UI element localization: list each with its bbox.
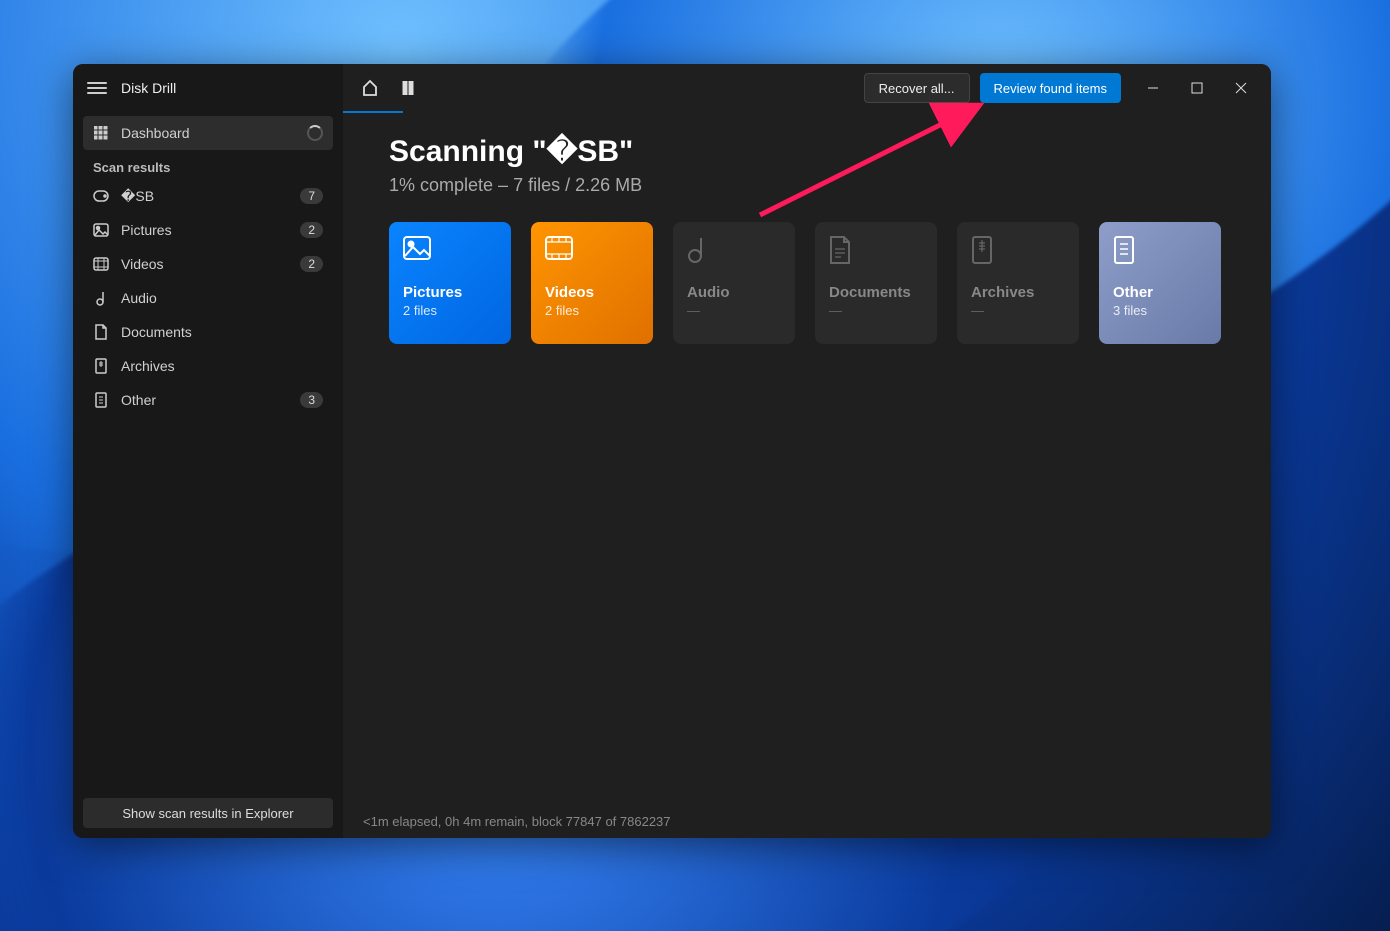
- card-count: —: [971, 303, 1065, 318]
- card-pictures[interactable]: Pictures 2 files: [389, 222, 511, 344]
- sidebar-item-videos[interactable]: Videos 2: [83, 247, 333, 281]
- audio-icon: [93, 290, 109, 306]
- sidebar: Disk Drill Dashboard Scan results �SB 7 …: [73, 64, 343, 838]
- loading-spinner-icon: [307, 125, 323, 141]
- card-other[interactable]: Other 3 files: [1099, 222, 1221, 344]
- scan-title: Scanning "�SB": [389, 134, 1225, 169]
- pause-button[interactable]: [389, 69, 427, 107]
- grid-icon: [93, 125, 109, 141]
- card-count: 3 files: [1113, 303, 1207, 318]
- card-audio: Audio —: [673, 222, 795, 344]
- sidebar-item-label: Other: [121, 392, 156, 408]
- drive-icon: [93, 188, 109, 204]
- sidebar-item-label: Archives: [121, 358, 175, 374]
- sidebar-section-label: Scan results: [83, 150, 333, 179]
- picture-icon: [93, 222, 109, 238]
- archive-icon: [971, 236, 999, 264]
- sidebar-item-label: Pictures: [121, 222, 172, 238]
- card-count: 2 files: [545, 303, 639, 318]
- sidebar-item-documents[interactable]: Documents: [83, 315, 333, 349]
- card-count: —: [829, 303, 923, 318]
- sidebar-item-label: Audio: [121, 290, 157, 306]
- sidebar-item-label: �SB: [121, 188, 154, 205]
- status-text: <1m elapsed, 0h 4m remain, block 77847 o…: [363, 814, 671, 829]
- card-count: 2 files: [403, 303, 497, 318]
- count-badge: 2: [300, 256, 323, 272]
- card-label: Documents: [829, 284, 923, 301]
- archive-icon: [93, 358, 109, 374]
- review-found-items-button[interactable]: Review found items: [980, 73, 1121, 103]
- count-badge: 3: [300, 392, 323, 408]
- card-label: Audio: [687, 284, 781, 301]
- sidebar-item-drive[interactable]: �SB 7: [83, 179, 333, 213]
- card-count: —: [687, 303, 781, 318]
- count-badge: 7: [300, 188, 323, 204]
- picture-icon: [403, 236, 431, 264]
- card-label: Videos: [545, 284, 639, 301]
- menu-icon[interactable]: [87, 82, 107, 94]
- card-videos[interactable]: Videos 2 files: [531, 222, 653, 344]
- scan-subtitle: 1% complete – 7 files / 2.26 MB: [389, 175, 1225, 196]
- show-in-explorer-button[interactable]: Show scan results in Explorer: [83, 798, 333, 828]
- sidebar-item-pictures[interactable]: Pictures 2: [83, 213, 333, 247]
- other-icon: [1113, 236, 1141, 264]
- sidebar-item-label: Documents: [121, 324, 192, 340]
- minimize-button[interactable]: [1131, 69, 1175, 107]
- sidebar-dashboard[interactable]: Dashboard: [83, 116, 333, 150]
- card-label: Pictures: [403, 284, 497, 301]
- recover-all-button[interactable]: Recover all...: [864, 73, 970, 103]
- document-icon: [829, 236, 857, 264]
- sidebar-item-label: Videos: [121, 256, 164, 272]
- video-icon: [93, 256, 109, 272]
- audio-icon: [687, 236, 715, 264]
- sidebar-item-archives[interactable]: Archives: [83, 349, 333, 383]
- sidebar-item-audio[interactable]: Audio: [83, 281, 333, 315]
- category-cards: Pictures 2 files Videos 2 files Audio — …: [389, 222, 1225, 344]
- document-icon: [93, 324, 109, 340]
- home-button[interactable]: [351, 69, 389, 107]
- video-icon: [545, 236, 573, 264]
- topbar: Recover all... Review found items: [343, 64, 1271, 112]
- sidebar-item-label: Dashboard: [121, 125, 190, 141]
- count-badge: 2: [300, 222, 323, 238]
- app-window: Disk Drill Dashboard Scan results �SB 7 …: [73, 64, 1271, 838]
- sidebar-item-other[interactable]: Other 3: [83, 383, 333, 417]
- card-archives: Archives —: [957, 222, 1079, 344]
- other-icon: [93, 392, 109, 408]
- main-panel: Recover all... Review found items Scanni…: [343, 64, 1271, 838]
- maximize-button[interactable]: [1175, 69, 1219, 107]
- status-bar: <1m elapsed, 0h 4m remain, block 77847 o…: [343, 804, 1271, 838]
- card-label: Other: [1113, 284, 1207, 301]
- app-title: Disk Drill: [121, 80, 176, 96]
- scan-progress-indicator: [343, 111, 403, 113]
- close-button[interactable]: [1219, 69, 1263, 107]
- card-label: Archives: [971, 284, 1065, 301]
- card-documents: Documents —: [815, 222, 937, 344]
